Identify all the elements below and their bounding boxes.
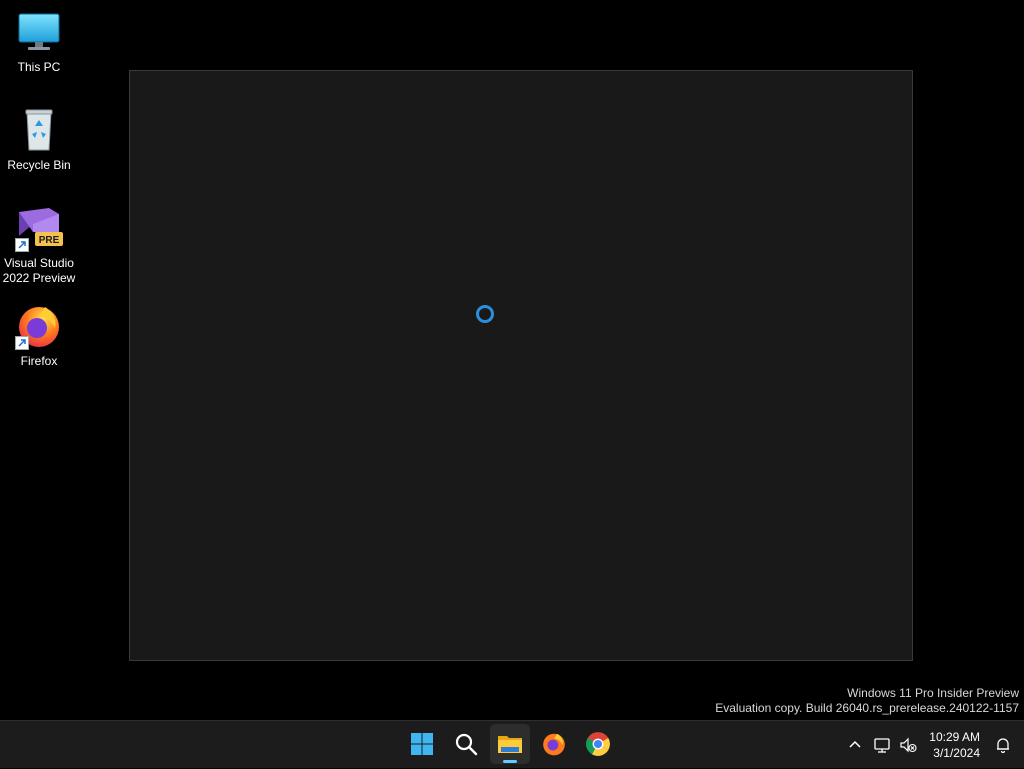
recycle-bin-icon (15, 106, 63, 154)
volume-muted-icon (900, 737, 917, 753)
notification-bell-icon (997, 738, 1009, 753)
desktop: This PC Recycle Bin PRE Visual Studio 20… (0, 0, 1024, 720)
firefox-icon (543, 733, 565, 756)
monitor-icon (15, 8, 63, 56)
visual-studio-preview-icon: PRE (15, 204, 63, 252)
chevron-up-icon (849, 740, 861, 748)
folder-icon (498, 736, 522, 753)
desktop-icon-label: Visual Studio 2022 Preview (2, 256, 76, 285)
firefox-taskbar-button[interactable] (534, 724, 574, 764)
taskbar-pinned-apps (402, 724, 618, 766)
watermark-line-build: Evaluation copy. Build 26040.rs_prerelea… (715, 701, 1019, 715)
clock-time: 10:29 AM (929, 730, 980, 744)
clock-date: 3/1/2024 (933, 746, 980, 760)
loading-spinner-icon (476, 305, 494, 323)
firefox-icon (15, 302, 63, 350)
pre-badge-text: PRE (39, 235, 60, 246)
desktop-icon-recycle-bin[interactable]: Recycle Bin (2, 106, 76, 173)
shortcut-arrow-icon (15, 238, 29, 252)
active-app-indicator (503, 760, 517, 763)
volume-button[interactable] (895, 727, 921, 763)
chrome-taskbar-button[interactable] (578, 724, 618, 764)
desktop-icon-label: Recycle Bin (7, 158, 71, 172)
desktop-icon-visual-studio-preview[interactable]: PRE Visual Studio 2022 Preview (2, 204, 76, 286)
watermark-line-edition: Windows 11 Pro Insider Preview (847, 686, 1019, 700)
desktop-icon-firefox[interactable]: Firefox (2, 302, 76, 369)
shortcut-arrow-icon (15, 336, 29, 350)
evaluation-watermark: Windows 11 Pro Insider Preview Evaluatio… (715, 686, 1019, 716)
notifications-button[interactable] (988, 727, 1018, 763)
desktop-icon-this-pc[interactable]: This PC (2, 8, 76, 75)
desktop-icon-label: This PC (17, 60, 61, 74)
network-icon (874, 738, 890, 753)
chrome-icon (586, 732, 610, 756)
search-icon (455, 733, 478, 756)
loading-window[interactable] (129, 70, 913, 661)
file-explorer-button[interactable] (490, 724, 530, 764)
taskbar: 10:29 AM 3/1/2024 (0, 720, 1024, 768)
show-hidden-icons-button[interactable] (841, 727, 869, 763)
system-tray: 10:29 AM 3/1/2024 (841, 721, 1024, 769)
search-button[interactable] (446, 724, 486, 764)
start-button[interactable] (402, 724, 442, 764)
clock[interactable]: 10:29 AM 3/1/2024 (921, 729, 988, 761)
desktop-icon-label: Firefox (20, 354, 58, 368)
network-button[interactable] (869, 727, 895, 763)
windows-start-icon (411, 733, 433, 755)
